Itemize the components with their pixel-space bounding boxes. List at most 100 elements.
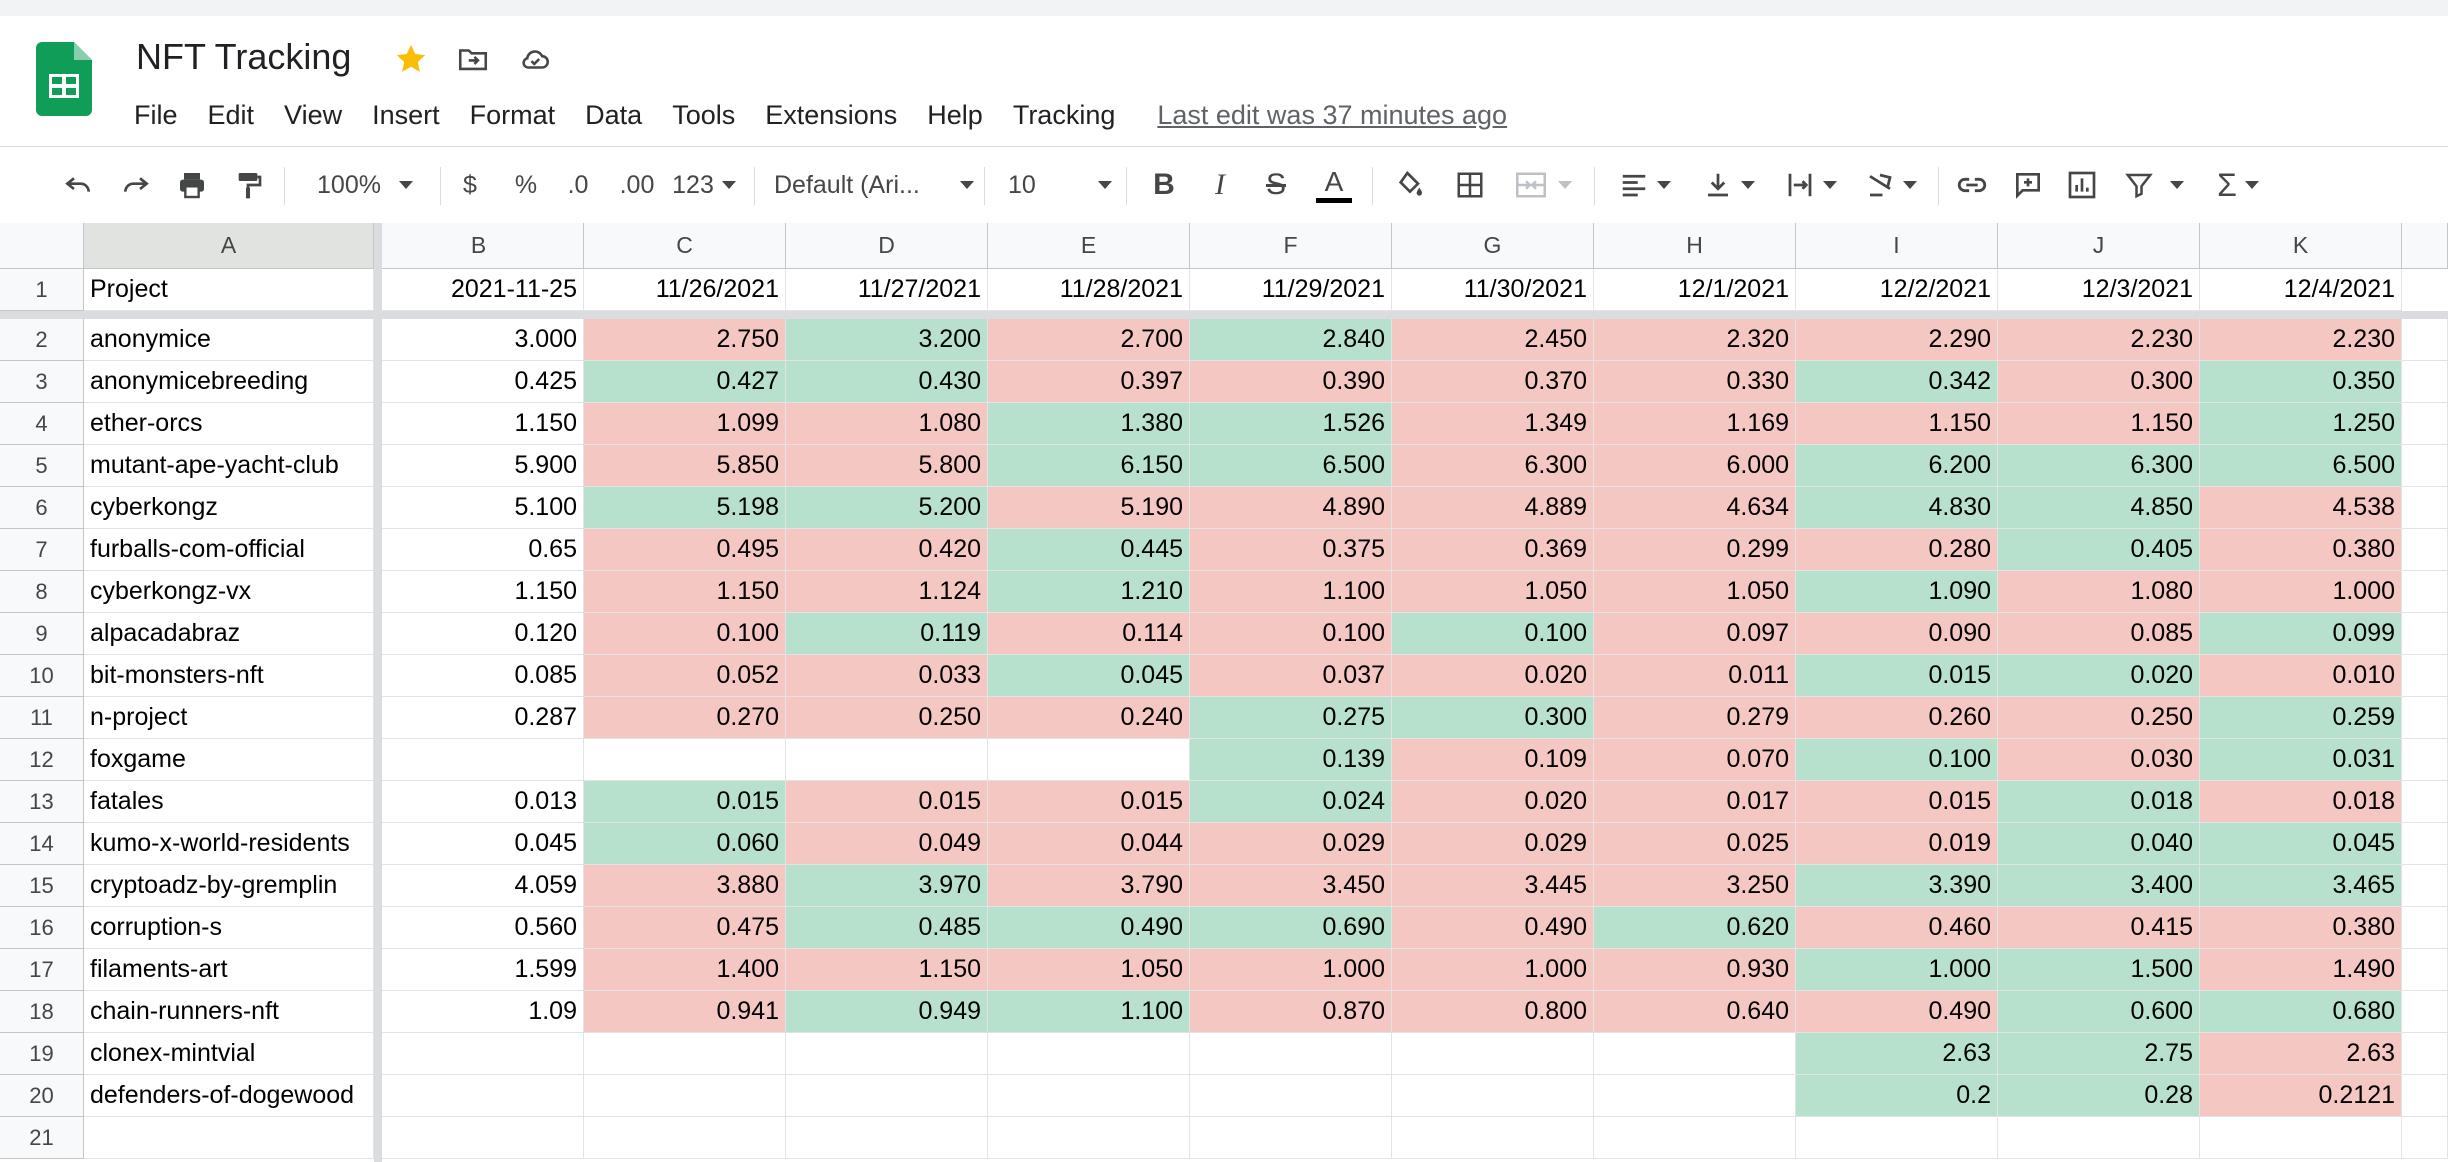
project-name-cell[interactable]: fatales: [84, 781, 374, 823]
font-family-select[interactable]: Default (Ari...: [774, 147, 974, 223]
price-cell[interactable]: 3.970: [786, 865, 988, 907]
price-cell[interactable]: 6.200: [1796, 445, 1998, 487]
price-cell[interactable]: 2.63: [2200, 1033, 2402, 1075]
font-size-select[interactable]: 10: [1008, 147, 1112, 223]
price-cell[interactable]: [786, 1075, 988, 1117]
empty-cell[interactable]: [2402, 781, 2448, 823]
project-name-cell[interactable]: [84, 1117, 374, 1159]
price-cell[interactable]: 4.889: [1392, 487, 1594, 529]
price-cell[interactable]: 0.045: [988, 655, 1190, 697]
price-cell[interactable]: 0.030: [1998, 739, 2200, 781]
price-cell[interactable]: 0.330: [1594, 361, 1796, 403]
price-cell[interactable]: [1594, 1117, 1796, 1159]
price-cell[interactable]: 0.28: [1998, 1075, 2200, 1117]
row-header[interactable]: 4: [0, 403, 84, 445]
price-cell[interactable]: 1.150: [374, 571, 584, 613]
price-cell[interactable]: 0.299: [1594, 529, 1796, 571]
menu-tools[interactable]: Tools: [672, 94, 735, 137]
price-cell[interactable]: 0.949: [786, 991, 988, 1033]
price-cell[interactable]: 2.450: [1392, 319, 1594, 361]
project-name-cell[interactable]: ether-orcs: [84, 403, 374, 445]
price-cell[interactable]: 0.015: [1796, 781, 1998, 823]
price-cell[interactable]: 0.013: [374, 781, 584, 823]
price-cell[interactable]: 2.750: [584, 319, 786, 361]
price-cell[interactable]: 1.124: [786, 571, 988, 613]
price-cell[interactable]: [1190, 1117, 1392, 1159]
price-cell[interactable]: 0.010: [2200, 655, 2402, 697]
price-cell[interactable]: 6.000: [1594, 445, 1796, 487]
price-cell[interactable]: 3.880: [584, 865, 786, 907]
price-cell[interactable]: 0.114: [988, 613, 1190, 655]
price-cell[interactable]: 0.300: [1392, 697, 1594, 739]
price-cell[interactable]: 2.290: [1796, 319, 1998, 361]
header-cell[interactable]: 11/26/2021: [584, 269, 786, 311]
spreadsheet-grid[interactable]: A B C D E F G H I J K 1 Project 2021-11-25 11/26/2021 1…: [0, 223, 2448, 1162]
price-cell[interactable]: 0.930: [1594, 949, 1796, 991]
header-cell[interactable]: 11/28/2021: [988, 269, 1190, 311]
select-all-corner[interactable]: [0, 223, 84, 269]
price-cell[interactable]: 1.050: [1594, 571, 1796, 613]
empty-cell[interactable]: [2402, 991, 2448, 1033]
price-cell[interactable]: 0.287: [374, 697, 584, 739]
print-icon[interactable]: [170, 147, 214, 223]
project-name-cell[interactable]: bit-monsters-nft: [84, 655, 374, 697]
menu-file[interactable]: File: [134, 94, 178, 137]
header-cell[interactable]: 11/29/2021: [1190, 269, 1392, 311]
star-icon[interactable]: [392, 40, 430, 78]
price-cell[interactable]: 5.900: [374, 445, 584, 487]
price-cell[interactable]: 0.011: [1594, 655, 1796, 697]
price-cell[interactable]: [1594, 1075, 1796, 1117]
price-cell[interactable]: 0.280: [1796, 529, 1998, 571]
column-header-c[interactable]: C: [584, 223, 786, 269]
empty-cell[interactable]: [2402, 823, 2448, 865]
empty-cell[interactable]: [2402, 865, 2448, 907]
price-cell[interactable]: 0.270: [584, 697, 786, 739]
price-cell[interactable]: 3.445: [1392, 865, 1594, 907]
price-cell[interactable]: 4.830: [1796, 487, 1998, 529]
column-header-h[interactable]: H: [1594, 223, 1796, 269]
price-cell[interactable]: 0.490: [988, 907, 1190, 949]
project-name-cell[interactable]: chain-runners-nft: [84, 991, 374, 1033]
paint-format-icon[interactable]: [226, 147, 270, 223]
price-cell[interactable]: 0.250: [1998, 697, 2200, 739]
italic-icon[interactable]: I: [1198, 147, 1242, 223]
menu-help[interactable]: Help: [927, 94, 983, 137]
price-cell[interactable]: 2.700: [988, 319, 1190, 361]
price-cell[interactable]: [374, 1075, 584, 1117]
row-header[interactable]: 21: [0, 1117, 84, 1159]
column-header-g[interactable]: G: [1392, 223, 1594, 269]
sheets-logo-icon[interactable]: [36, 42, 92, 116]
price-cell[interactable]: 0.65: [374, 529, 584, 571]
project-name-cell[interactable]: foxgame: [84, 739, 374, 781]
price-cell[interactable]: 0.250: [786, 697, 988, 739]
header-cell[interactable]: 12/2/2021: [1796, 269, 1998, 311]
row-header[interactable]: 2: [0, 319, 84, 361]
price-cell[interactable]: 0.485: [786, 907, 988, 949]
price-cell[interactable]: 1.150: [584, 571, 786, 613]
price-cell[interactable]: 0.020: [1392, 655, 1594, 697]
price-cell[interactable]: 6.300: [1998, 445, 2200, 487]
price-cell[interactable]: 0.460: [1796, 907, 1998, 949]
price-cell[interactable]: 0.018: [2200, 781, 2402, 823]
price-cell[interactable]: 1.599: [374, 949, 584, 991]
header-cell[interactable]: 2021-11-25: [374, 269, 584, 311]
price-cell[interactable]: 1.000: [2200, 571, 2402, 613]
price-cell[interactable]: 4.634: [1594, 487, 1796, 529]
row-header[interactable]: 18: [0, 991, 84, 1033]
price-cell[interactable]: 0.033: [786, 655, 988, 697]
price-cell[interactable]: 0.044: [988, 823, 1190, 865]
price-cell[interactable]: 0.420: [786, 529, 988, 571]
price-cell[interactable]: 1.099: [584, 403, 786, 445]
price-cell[interactable]: 0.052: [584, 655, 786, 697]
price-cell[interactable]: 0.019: [1796, 823, 1998, 865]
price-cell[interactable]: 1.090: [1796, 571, 1998, 613]
increase-decimal-button[interactable]: .00: [612, 147, 662, 223]
price-cell[interactable]: 1.210: [988, 571, 1190, 613]
row-header[interactable]: 15: [0, 865, 84, 907]
price-cell[interactable]: 3.000: [374, 319, 584, 361]
borders-icon[interactable]: [1448, 147, 1492, 223]
price-cell[interactable]: 6.500: [1190, 445, 1392, 487]
row-header[interactable]: 10: [0, 655, 84, 697]
price-cell[interactable]: 0.100: [1392, 613, 1594, 655]
empty-cell[interactable]: [2402, 1117, 2448, 1159]
